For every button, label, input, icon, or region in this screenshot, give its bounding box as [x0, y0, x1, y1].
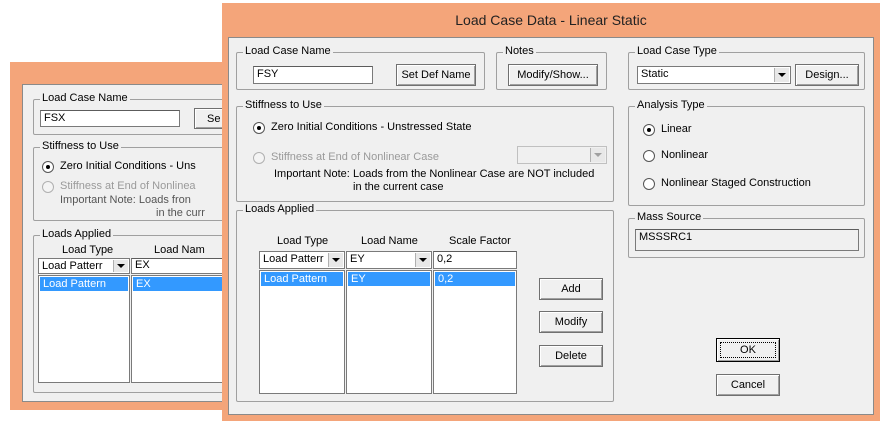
radio-unchecked-icon — [42, 181, 54, 193]
load-type-value: Load Patterr — [263, 253, 324, 265]
radio-unchecked-icon — [643, 150, 655, 162]
selected-row-load-type[interactable]: Load Pattern — [261, 272, 343, 286]
load-name-list[interactable]: EY — [346, 270, 432, 394]
main-dialog-body: Load Case Name FSY Set Def Name Notes Mo… — [228, 37, 874, 415]
bg-important-note: Important Note: Loads fron in the curr — [60, 194, 205, 220]
load-case-type-value: Static — [641, 68, 669, 80]
delete-button[interactable]: Delete — [539, 345, 603, 367]
bg-stiffness-legend: Stiffness to Use — [40, 140, 121, 152]
bg-load-case-name-input[interactable]: FSX — [40, 110, 180, 127]
load-name-value: EY — [350, 253, 365, 265]
col-load-name: Load Name — [361, 235, 418, 247]
analysis-type-group: Analysis Type Linear Nonlinear Nonlinear… — [628, 99, 865, 206]
modify-button[interactable]: Modify — [539, 311, 603, 333]
load-name-combo[interactable]: EY — [346, 251, 432, 269]
chevron-down-icon — [590, 148, 605, 162]
add-button[interactable]: Add — [539, 278, 603, 300]
design-button[interactable]: Design... — [795, 64, 859, 86]
bg-load-type-combo[interactable]: Load Patterr — [38, 258, 130, 274]
load-case-type-combo[interactable]: Static — [637, 66, 791, 84]
bg-zero-initial-label: Zero Initial Conditions - Uns — [60, 160, 196, 172]
ok-button[interactable]: OK — [716, 338, 780, 362]
stiffness-end-label: Stiffness at End of Nonlinear Case — [271, 151, 439, 163]
radio-checked-icon — [253, 122, 265, 134]
chevron-down-icon[interactable] — [415, 253, 430, 267]
col-scale-factor: Scale Factor — [449, 235, 511, 247]
selected-row-scale-factor[interactable]: 0,2 — [435, 272, 515, 286]
chevron-down-icon[interactable] — [113, 260, 128, 272]
chevron-down-icon[interactable] — [328, 253, 343, 267]
load-type-combo[interactable]: Load Patterr — [259, 251, 345, 269]
scale-factor-list[interactable]: 0,2 — [433, 270, 517, 394]
radio-checked-icon — [643, 124, 655, 136]
bg-loads-applied-legend: Loads Applied — [40, 228, 114, 240]
mass-source-legend: Mass Source — [635, 211, 704, 223]
notes-group: Notes Modify/Show... — [496, 45, 607, 90]
bg-loads-applied-group: Loads Applied Load Type Load Nam Load Pa… — [33, 228, 253, 393]
nonlinear-case-combo — [517, 146, 607, 164]
set-def-name-button[interactable]: Set Def Name — [396, 64, 476, 86]
analysis-linear-label: Linear — [661, 123, 692, 135]
bg-load-case-name-legend: Load Case Name — [40, 92, 130, 104]
bg-col-load-name: Load Nam — [154, 244, 205, 256]
radio-checked-icon — [42, 161, 54, 173]
mass-source-field: MSSSRC1 — [635, 229, 859, 251]
important-note-label: Important Note: — [274, 168, 350, 180]
bg-selected-row-load-type[interactable]: Load Pattern — [40, 277, 128, 291]
col-load-type: Load Type — [277, 235, 329, 247]
bg-zero-initial-radio[interactable]: Zero Initial Conditions - Uns — [42, 160, 196, 173]
stiffness-end-radio: Stiffness at End of Nonlinear Case — [253, 151, 439, 164]
load-case-name-legend: Load Case Name — [243, 45, 333, 57]
bg-load-case-name-group: Load Case Name FSX Se — [33, 92, 254, 135]
bg-important-note-line2: in the curr — [156, 207, 205, 219]
bg-stiffness-end-radio: Stiffness at End of Nonlinea — [42, 180, 196, 193]
load-case-type-legend: Load Case Type — [635, 45, 719, 57]
bg-load-type-value: Load Patterr — [42, 260, 103, 272]
load-type-list[interactable]: Load Pattern — [259, 270, 345, 394]
scale-factor-input[interactable]: 0,2 — [433, 251, 517, 269]
stiffness-legend: Stiffness to Use — [243, 99, 324, 111]
mass-source-group: Mass Source MSSSRC1 — [628, 211, 865, 258]
analysis-staged-label: Nonlinear Staged Construction — [661, 177, 811, 189]
analysis-nonlinear-radio[interactable]: Nonlinear — [643, 149, 708, 162]
load-case-name-input[interactable]: FSY — [253, 66, 373, 84]
background-dialog-frame: Load Case Name FSX Se Stiffness to Use Z… — [10, 62, 254, 410]
cancel-button[interactable]: Cancel — [716, 374, 780, 396]
analysis-linear-radio[interactable]: Linear — [643, 123, 692, 136]
selected-row-load-name[interactable]: EY — [348, 272, 430, 286]
important-note-line1: Loads from the Nonlinear Case are NOT in… — [353, 168, 595, 180]
background-dialog-body: Load Case Name FSX Se Stiffness to Use Z… — [22, 84, 254, 402]
stiffness-group: Stiffness to Use Zero Initial Conditions… — [236, 99, 614, 202]
zero-initial-label: Zero Initial Conditions - Unstressed Sta… — [271, 121, 472, 133]
bg-col-load-type: Load Type — [62, 244, 114, 256]
notes-legend: Notes — [503, 45, 536, 57]
dialog-title: Load Case Data - Linear Static — [455, 12, 647, 28]
bg-load-type-list[interactable]: Load Pattern — [38, 275, 130, 383]
chevron-down-icon[interactable] — [774, 68, 789, 82]
analysis-nonlinear-label: Nonlinear — [661, 149, 709, 161]
analysis-staged-radio[interactable]: Nonlinear Staged Construction — [643, 177, 811, 190]
important-note-text: Loads from the Nonlinear Case are NOT in… — [353, 168, 594, 194]
bg-stiffness-end-label: Stiffness at End of Nonlinea — [60, 180, 196, 192]
radio-unchecked-icon — [253, 152, 265, 164]
analysis-type-legend: Analysis Type — [635, 99, 707, 111]
important-note-line2: in the current case — [353, 181, 444, 193]
bg-stiffness-group: Stiffness to Use Zero Initial Conditions… — [33, 140, 253, 221]
loads-applied-legend: Loads Applied — [243, 203, 317, 215]
modify-show-button[interactable]: Modify/Show... — [508, 64, 598, 86]
radio-unchecked-icon — [643, 178, 655, 190]
main-dialog-frame: Load Case Data - Linear Static Load Case… — [222, 3, 880, 421]
load-case-type-group: Load Case Type Static Design... — [628, 45, 865, 90]
zero-initial-radio[interactable]: Zero Initial Conditions - Unstressed Sta… — [253, 121, 472, 134]
bg-important-note-line1: Important Note: Loads fron — [60, 194, 191, 206]
loads-applied-group: Loads Applied Load Type Load Name Scale … — [236, 203, 614, 402]
load-case-name-group: Load Case Name FSY Set Def Name — [236, 45, 485, 90]
